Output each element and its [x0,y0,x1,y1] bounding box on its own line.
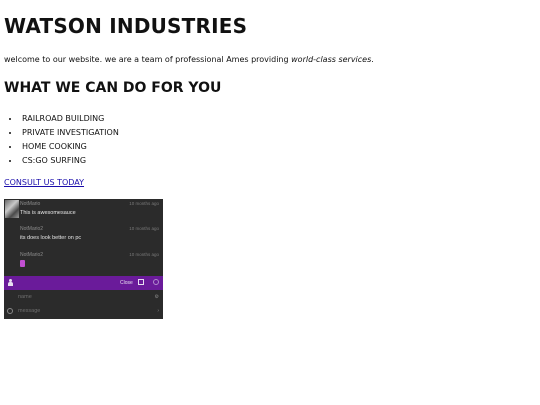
chat-username: NotMario2 [20,226,44,232]
chat-message: NotMario2 10 months ago its does look be… [4,224,163,250]
page: WATSON INDUSTRIES welcome to our website… [0,0,540,405]
name-placeholder: name [18,294,32,300]
services-list: RAILROAD BUILDING PRIVATE INVESTIGATION … [10,112,119,168]
message-field[interactable]: message › [4,305,163,319]
name-field[interactable]: name ⚙ [4,291,163,305]
circle-icon[interactable] [153,279,159,285]
service-item: HOME COOKING [20,140,119,154]
emoji-icon[interactable] [7,308,13,314]
popout-icon[interactable] [138,279,144,285]
chat-text: This is awesomesauce [20,210,76,216]
message-placeholder: message [18,308,41,314]
close-chat-button[interactable]: Close [120,280,133,286]
person-icon[interactable] [8,279,13,287]
chat-username: NotMario2 [20,252,44,258]
chat-text: its does look better on pc [20,235,82,241]
service-item: PRIVATE INVESTIGATION [20,126,119,140]
chat-widget: NotMario 10 months ago This is awesomesa… [4,199,163,319]
chat-timestamp: 10 months ago [129,201,159,206]
service-item: RAILROAD BUILDING [20,112,119,126]
chat-message: NotMario 10 months ago This is awesomesa… [4,199,163,225]
avatar [5,200,19,218]
chat-toolbar: Close [4,276,163,290]
gear-icon[interactable]: ⚙ [155,294,159,300]
purple-emoji-icon [20,260,25,267]
consult-link[interactable]: CONSULT US TODAY [4,178,84,187]
intro-emphasis: world-class services [291,55,372,64]
intro-paragraph: welcome to our website. we are a team of… [4,55,374,64]
chat-message: NotMario2 10 months ago [4,250,163,276]
send-icon[interactable]: › [157,308,159,314]
chat-timestamp: 10 months ago [129,226,159,231]
services-heading: WHAT WE CAN DO FOR YOU [4,80,222,96]
page-title: WATSON INDUSTRIES [4,14,248,38]
chat-timestamp: 10 months ago [129,252,159,257]
chat-username: NotMario [20,201,41,207]
intro-text: welcome to our website. we are a team of… [4,55,292,64]
intro-end: . [371,55,374,64]
service-item: CS:GO SURFING [20,154,119,168]
